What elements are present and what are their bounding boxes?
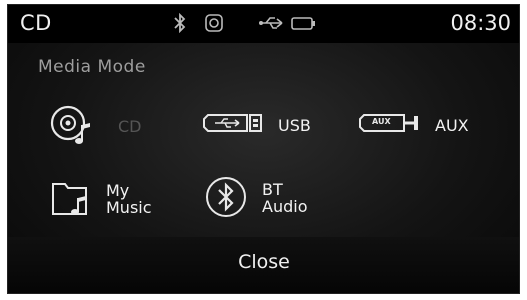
media-item-cd[interactable]: CD bbox=[48, 103, 168, 153]
close-button[interactable]: Close bbox=[214, 245, 314, 279]
usb-icon bbox=[258, 13, 286, 37]
current-mode-label: CD bbox=[20, 11, 52, 35]
battery-icon bbox=[291, 13, 317, 37]
media-item-label: CD bbox=[118, 117, 142, 136]
media-mode-screen: CD 08:30 Media Mode CD USB AUX AUX My Mu… bbox=[7, 4, 520, 294]
bluetooth-icon bbox=[206, 177, 246, 217]
clock-time: 08:30 bbox=[450, 11, 511, 35]
media-item-my-music[interactable]: My Music bbox=[50, 176, 190, 226]
settings-icon bbox=[204, 13, 224, 37]
media-item-usb[interactable]: USB bbox=[203, 107, 323, 147]
media-item-aux[interactable]: AUX AUX bbox=[358, 107, 488, 147]
folder-music-icon bbox=[52, 183, 87, 215]
aux-icon-text: AUX bbox=[372, 117, 391, 126]
usb-icon bbox=[203, 114, 262, 132]
media-mode-panel: Media Mode CD USB AUX AUX My Music BT Au… bbox=[8, 43, 519, 293]
media-item-bt-audio[interactable]: BT Audio bbox=[204, 173, 354, 227]
close-bar: Close bbox=[8, 237, 519, 293]
cd-icon bbox=[50, 105, 90, 144]
status-bar: CD 08:30 bbox=[8, 5, 519, 43]
media-item-label: My Music bbox=[106, 181, 152, 217]
media-item-label: USB bbox=[278, 116, 311, 135]
media-item-label: AUX bbox=[435, 116, 469, 135]
aux-icon bbox=[359, 114, 418, 132]
panel-heading: Media Mode bbox=[38, 57, 146, 77]
bluetooth-icon bbox=[174, 12, 186, 37]
media-item-label: BT Audio bbox=[262, 180, 308, 216]
